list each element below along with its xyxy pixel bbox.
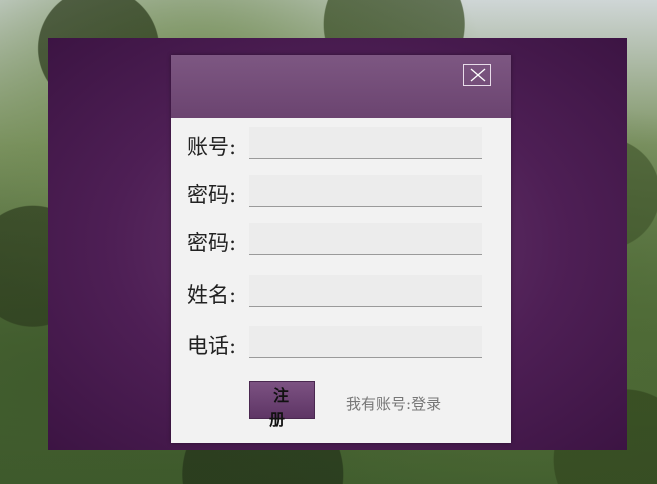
login-prompt: 我有账号:登录 <box>346 393 441 414</box>
have-account-text: 我有账号: <box>346 395 412 413</box>
password-input[interactable] <box>249 175 482 207</box>
register-dialog: 账号: 密码: 密码: 姓名: 电话: 注 册 我有账号:登录 <box>171 55 511 443</box>
confirm-password-label: 密码: <box>187 231 237 255</box>
login-link[interactable]: 登录 <box>411 395 441 413</box>
register-button[interactable]: 注 册 <box>249 381 315 429</box>
account-input[interactable] <box>249 127 482 159</box>
close-button[interactable] <box>463 64 491 86</box>
phone-input[interactable] <box>249 326 482 358</box>
name-label: 姓名: <box>187 283 237 307</box>
name-input[interactable] <box>249 275 482 307</box>
phone-label: 电话: <box>187 334 237 358</box>
confirm-password-input[interactable] <box>249 223 482 255</box>
dialog-header <box>171 55 511 118</box>
account-label: 账号: <box>187 135 237 159</box>
password-label: 密码: <box>187 183 237 207</box>
close-icon <box>470 68 486 82</box>
